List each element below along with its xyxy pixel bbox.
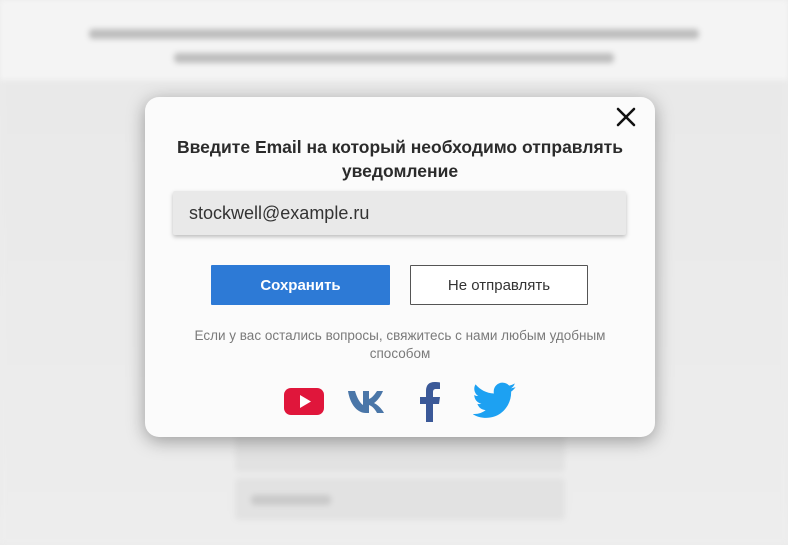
modal-title: Введите Email на который необходимо отпр…	[177, 137, 623, 181]
email-input[interactable]	[173, 191, 626, 235]
vk-link[interactable]	[347, 388, 391, 428]
facebook-link[interactable]	[418, 381, 442, 422]
vk-icon	[348, 391, 384, 413]
background-text-line	[0, 46, 788, 78]
close-icon	[616, 107, 636, 127]
youtube-link[interactable]	[283, 385, 325, 425]
save-button[interactable]: Сохранить	[211, 265, 390, 305]
do-not-send-button[interactable]: Не отправлять	[410, 265, 588, 305]
youtube-icon	[284, 388, 324, 415]
twitter-icon	[473, 382, 517, 418]
close-button[interactable]	[615, 106, 637, 128]
contact-text: Если у вас остались вопросы, свяжитесь с…	[194, 328, 606, 361]
email-notification-modal: Введите Email на который необходимо отпр…	[145, 97, 655, 437]
background-field	[235, 478, 565, 520]
facebook-icon	[420, 382, 440, 422]
twitter-link[interactable]	[473, 382, 517, 422]
